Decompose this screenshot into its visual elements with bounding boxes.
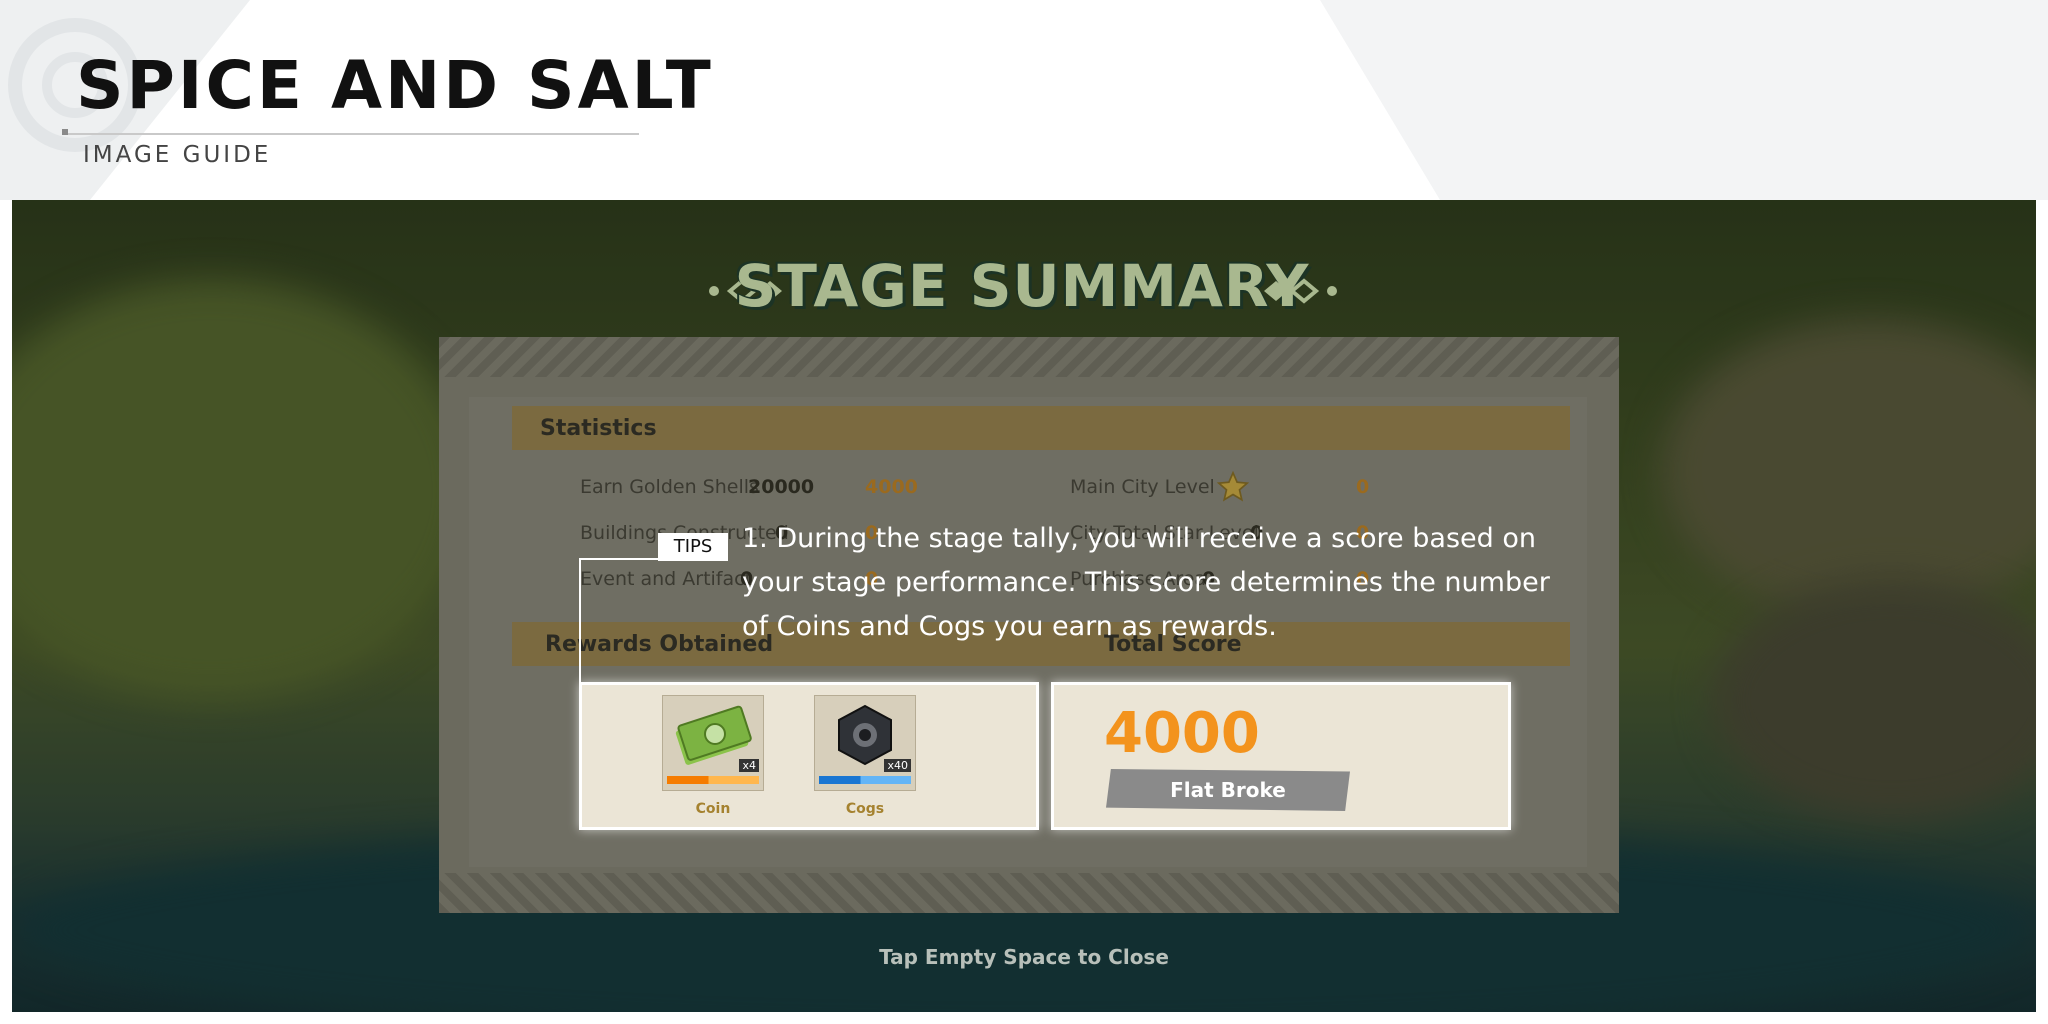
reward-item-coin[interactable]: x4	[662, 695, 764, 791]
rarity-bar	[667, 776, 759, 784]
stat-label: Event and Artifact	[580, 568, 753, 590]
tip-pointer-line	[579, 558, 581, 682]
statistics-header-bar	[512, 406, 1570, 450]
stat-score: 4000	[865, 476, 918, 498]
game-title: SPICE AND SALT	[76, 47, 714, 124]
stage-summary-title: STAGE SUMMARY	[734, 252, 1310, 320]
total-score-card: 4000 Flat Broke	[1051, 682, 1511, 830]
title-ornament-right-icon	[1264, 278, 1337, 304]
close-hint[interactable]: Tap Empty Space to Close	[12, 945, 2036, 969]
reward-name: Cogs	[845, 801, 885, 817]
title-divider-dot	[62, 129, 68, 135]
panel-pattern-bottom	[439, 873, 1619, 913]
rank-label: Flat Broke	[1170, 778, 1286, 802]
rewards-card: x4 Coin x40 Cogs	[579, 682, 1039, 830]
reward-count: x4	[739, 759, 759, 772]
reward-name: Coin	[695, 801, 731, 817]
title-divider	[64, 133, 639, 135]
game-screen[interactable]: STAGE SUMMARY Statistics Earn Golden She…	[12, 200, 2036, 1012]
panel-pattern-top	[439, 337, 1619, 377]
total-score-value: 4000	[1104, 701, 1260, 766]
statistics-label: Statistics	[540, 416, 657, 441]
tip-text: 1. During the stage tally, you will rece…	[742, 523, 1550, 642]
rarity-bar	[819, 776, 911, 784]
star-icon	[1216, 470, 1250, 502]
header-decor-right	[1320, 0, 2048, 200]
stat-label: Earn Golden Shells	[580, 476, 759, 498]
stat-label: Main City Level	[1070, 476, 1215, 498]
stat-score: 0	[1356, 476, 1370, 498]
guide-subtitle: IMAGE GUIDE	[83, 142, 272, 168]
tips-tag: TIPS	[658, 533, 728, 561]
stat-value: 20000	[748, 476, 815, 498]
reward-item-cogs[interactable]: x40	[814, 695, 916, 791]
reward-count: x40	[884, 759, 911, 772]
